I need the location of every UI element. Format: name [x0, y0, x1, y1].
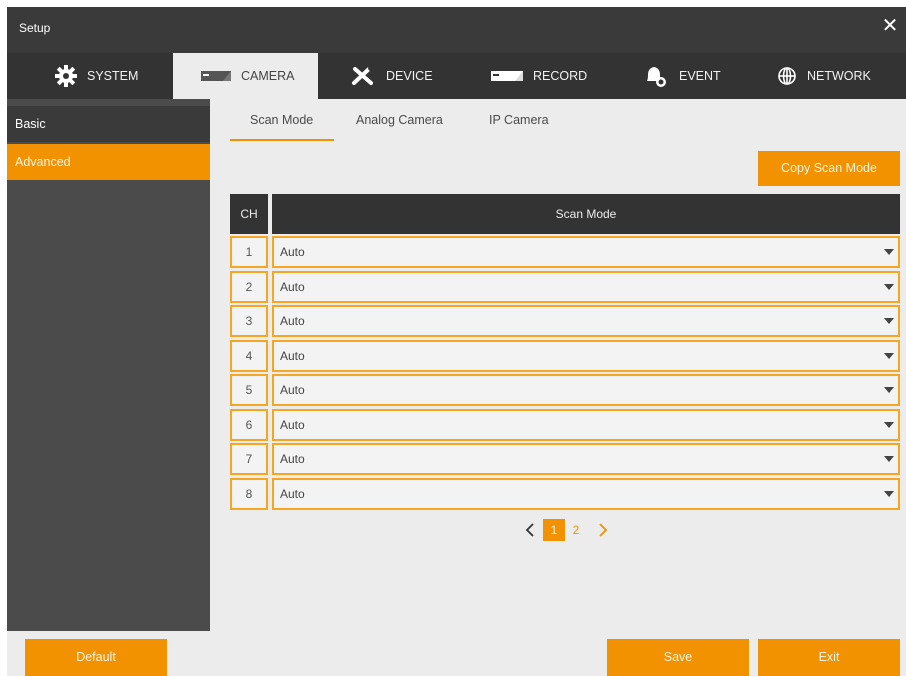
- channel-number: 1: [230, 236, 268, 268]
- prev-page-icon[interactable]: [523, 519, 537, 541]
- sidebar-item-basic[interactable]: Basic: [7, 106, 210, 142]
- tab-event-label: EVENT: [679, 69, 721, 83]
- scan-mode-value: Auto: [280, 314, 305, 328]
- save-button[interactable]: Save: [607, 639, 749, 676]
- scan-mode-value: Auto: [280, 418, 305, 432]
- table-row: 4 Auto: [230, 340, 900, 372]
- table-row: 5 Auto: [230, 374, 900, 406]
- scan-mode-dropdown[interactable]: Auto: [272, 443, 900, 475]
- tab-camera-label: CAMERA: [241, 69, 295, 83]
- column-header-scan-mode: Scan Mode: [272, 194, 900, 234]
- channel-number: 2: [230, 271, 268, 303]
- chevron-down-icon: [884, 249, 894, 255]
- globe-icon: [777, 66, 797, 86]
- scan-mode-dropdown[interactable]: Auto: [272, 409, 900, 441]
- channel-number: 8: [230, 478, 268, 510]
- channel-number: 6: [230, 409, 268, 441]
- scan-mode-value: Auto: [280, 280, 305, 294]
- exit-button[interactable]: Exit: [758, 639, 900, 676]
- channel-number: 4: [230, 340, 268, 372]
- next-page-icon[interactable]: [596, 519, 610, 541]
- page-1-button[interactable]: 1: [543, 519, 565, 541]
- scan-mode-dropdown[interactable]: Auto: [272, 305, 900, 337]
- camera-icon: [201, 70, 231, 82]
- column-header-ch: CH: [230, 194, 268, 234]
- tab-record-label: RECORD: [533, 69, 588, 83]
- table-row: 7 Auto: [230, 443, 900, 475]
- page-2-button[interactable]: 2: [565, 519, 587, 541]
- tools-icon: [350, 65, 376, 87]
- scan-mode-value: Auto: [280, 245, 305, 259]
- chevron-down-icon: [884, 387, 894, 393]
- scan-mode-dropdown[interactable]: Auto: [272, 374, 900, 406]
- bell-icon: [643, 64, 669, 88]
- subtab-ip-camera[interactable]: IP Camera: [489, 113, 549, 127]
- chevron-down-icon: [884, 318, 894, 324]
- chevron-down-icon: [884, 353, 894, 359]
- tab-device-label: DEVICE: [386, 69, 433, 83]
- scan-mode-dropdown[interactable]: Auto: [272, 340, 900, 372]
- chevron-down-icon: [884, 422, 894, 428]
- table-row: 6 Auto: [230, 409, 900, 441]
- window-title: Setup: [19, 21, 51, 35]
- setup-window: Setup ✕ SYSTEM CAMERA DEVICE RECORD EVEN…: [7, 7, 906, 676]
- sidebar: Basic Advanced: [7, 99, 210, 631]
- chevron-down-icon: [884, 284, 894, 290]
- tab-camera[interactable]: CAMERA: [173, 53, 318, 99]
- tab-network-label: NETWORK: [807, 69, 871, 83]
- main-tab-bar: SYSTEM CAMERA DEVICE RECORD EVENT NETWOR…: [7, 53, 906, 99]
- tab-event[interactable]: EVENT: [643, 53, 721, 99]
- subtab-active-underline: [230, 139, 334, 141]
- chevron-down-icon: [884, 491, 894, 497]
- scan-mode-value: Auto: [280, 349, 305, 363]
- channel-number: 5: [230, 374, 268, 406]
- subtab-analog-camera[interactable]: Analog Camera: [356, 113, 443, 127]
- tab-device[interactable]: DEVICE: [350, 53, 433, 99]
- table-row: 3 Auto: [230, 305, 900, 337]
- sidebar-item-advanced[interactable]: Advanced: [7, 144, 210, 180]
- title-bar: Setup ✕: [7, 7, 906, 53]
- channel-number: 3: [230, 305, 268, 337]
- copy-scan-mode-button[interactable]: Copy Scan Mode: [758, 151, 900, 186]
- scan-mode-value: Auto: [280, 452, 305, 466]
- close-icon[interactable]: ✕: [880, 16, 900, 36]
- scan-mode-value: Auto: [280, 383, 305, 397]
- tab-system-label: SYSTEM: [87, 69, 139, 83]
- table-row: 8 Auto: [230, 478, 900, 510]
- tab-record[interactable]: RECORD: [491, 53, 587, 99]
- default-button[interactable]: Default: [25, 639, 167, 676]
- scan-mode-dropdown[interactable]: Auto: [272, 478, 900, 510]
- table-row: 2 Auto: [230, 271, 900, 303]
- gear-icon: [55, 65, 77, 87]
- record-icon: [491, 70, 523, 82]
- channel-number: 7: [230, 443, 268, 475]
- subtab-scan-mode[interactable]: Scan Mode: [250, 113, 313, 127]
- scan-mode-dropdown[interactable]: Auto: [272, 236, 900, 268]
- chevron-down-icon: [884, 456, 894, 462]
- scan-mode-dropdown[interactable]: Auto: [272, 271, 900, 303]
- table-row: 1 Auto: [230, 236, 900, 268]
- scan-mode-value: Auto: [280, 487, 305, 501]
- tab-network[interactable]: NETWORK: [777, 53, 871, 99]
- tab-system[interactable]: SYSTEM: [55, 53, 138, 99]
